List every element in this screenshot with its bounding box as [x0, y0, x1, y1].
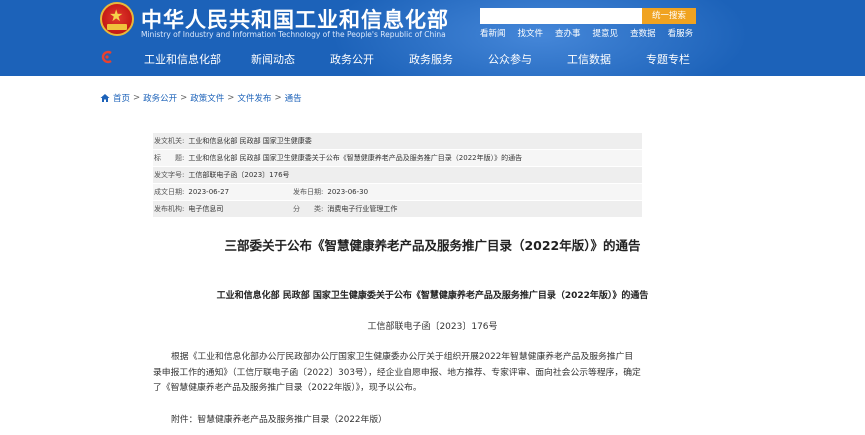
main-nav: 工业和信息化部 新闻动态 政务公开 政务服务 公众参与 工信数据 专题专栏 [0, 47, 865, 69]
article-title: 三部委关于公布《智慧健康养老产品及服务推广目录（2022年版）》的通告 [224, 238, 641, 253]
site-header: ★ 中华人民共和国工业和信息化部 Ministry of Industry an… [0, 0, 865, 76]
breadcrumb-separator: > [227, 93, 235, 103]
search-button[interactable]: 统一搜索 [642, 8, 696, 24]
national-emblem-icon[interactable]: ★ [100, 2, 134, 36]
breadcrumb-separator: > [133, 93, 141, 103]
category-cell: 分 类: 消费电子行业管理工作 [292, 201, 397, 217]
created-date-cell: 成文日期: 2023-06-27 [153, 184, 292, 200]
meta-row-doc-no: 发文字号: 工信部联电子函〔2023〕176号 [153, 167, 642, 184]
quick-link-news[interactable]: 看新闻 [480, 27, 506, 39]
nav-item-topics[interactable]: 专题专栏 [646, 51, 690, 67]
meta-row-issuer: 发文机关: 工业和信息化部 民政部 国家卫生健康委 [153, 133, 642, 150]
site-subtitle: Ministry of Industry and Information Tec… [141, 30, 446, 39]
search-input[interactable] [480, 8, 642, 24]
attachment-link[interactable]: 附件：智慧健康养老产品及服务推广目录（2022年版） [171, 412, 387, 425]
meta-row-org: 发布机构: 电子信息司 分 类: 消费电子行业管理工作 [153, 201, 642, 218]
nav-item-public[interactable]: 公众参与 [488, 51, 532, 67]
issuer-value: 工业和信息化部 民政部 国家卫生健康委 [188, 137, 312, 145]
created-value: 2023-06-27 [188, 188, 230, 196]
org-value: 电子信息司 [188, 205, 224, 213]
quick-link-service-view[interactable]: 看服务 [668, 27, 694, 39]
breadcrumb-separator: > [274, 93, 282, 103]
miit-logo-icon[interactable] [100, 50, 114, 64]
category-label: 分 类: [293, 205, 324, 213]
published-date-cell: 发布日期: 2023-06-30 [292, 184, 368, 200]
title-value: 工业和信息化部 民政部 国家卫生健康委关于公布《智慧健康养老产品及服务推广目录（… [188, 154, 523, 162]
meta-row-title: 标 题: 工业和信息化部 民政部 国家卫生健康委关于公布《智慧健康养老产品及服务… [153, 150, 642, 167]
issuer-label: 发文机关: [154, 137, 185, 145]
doc-no-label: 发文字号: [154, 171, 185, 179]
document-meta-table: 发文机关: 工业和信息化部 民政部 国家卫生健康委 标 题: 工业和信息化部 民… [153, 133, 642, 218]
breadcrumb-separator: > [180, 93, 188, 103]
org-cell: 发布机构: 电子信息司 [153, 201, 292, 217]
emblem-star-icon: ★ [109, 6, 124, 25]
meta-row-dates: 成文日期: 2023-06-27 发布日期: 2023-06-30 [153, 184, 642, 201]
published-value: 2023-06-30 [327, 188, 369, 196]
nav-item-news[interactable]: 新闻动态 [251, 51, 295, 67]
article-subtitle: 工业和信息化部 民政部 国家卫生健康委关于公布《智慧健康养老产品及服务推广目录（… [216, 291, 649, 301]
breadcrumb-home[interactable]: 首页 [113, 92, 130, 104]
quick-link-data[interactable]: 查数据 [630, 27, 656, 39]
home-icon[interactable] [100, 93, 110, 103]
nav-item-gov-services[interactable]: 政务服务 [409, 51, 453, 67]
article-body-paragraph: 根据《工业和信息化部办公厅民政部办公厅国家卫生健康委办公厅关于组织开展2022年… [153, 352, 641, 393]
title-label: 标 题: [154, 154, 185, 162]
quick-link-services[interactable]: 查办事 [555, 27, 581, 39]
article-doc-number: 工信部联电子函〔2023〕176号 [367, 322, 498, 332]
breadcrumb-gov-affairs[interactable]: 政务公开 [143, 92, 177, 104]
nav-item-ministry[interactable]: 工业和信息化部 [144, 51, 221, 67]
breadcrumb: 首页 > 政务公开 > 政策文件 > 文件发布 > 通告 [100, 92, 302, 104]
published-label: 发布日期: [293, 188, 324, 196]
doc-no-value: 工信部联电子函〔2023〕176号 [188, 171, 290, 179]
breadcrumb-notice[interactable]: 通告 [285, 92, 302, 104]
nav-item-data[interactable]: 工信数据 [567, 51, 611, 67]
emblem-base [107, 24, 127, 30]
org-label: 发布机构: [154, 205, 185, 213]
nav-item-gov-affairs[interactable]: 政务公开 [330, 51, 374, 67]
category-value: 消费电子行业管理工作 [327, 205, 398, 213]
breadcrumb-policy-files[interactable]: 政策文件 [190, 92, 224, 104]
quick-link-files[interactable]: 找文件 [518, 27, 544, 39]
quick-link-feedback[interactable]: 提意见 [593, 27, 619, 39]
created-label: 成文日期: [154, 188, 185, 196]
breadcrumb-file-release[interactable]: 文件发布 [237, 92, 271, 104]
quick-links: 看新闻 找文件 查办事 提意见 查数据 看服务 [480, 27, 705, 39]
